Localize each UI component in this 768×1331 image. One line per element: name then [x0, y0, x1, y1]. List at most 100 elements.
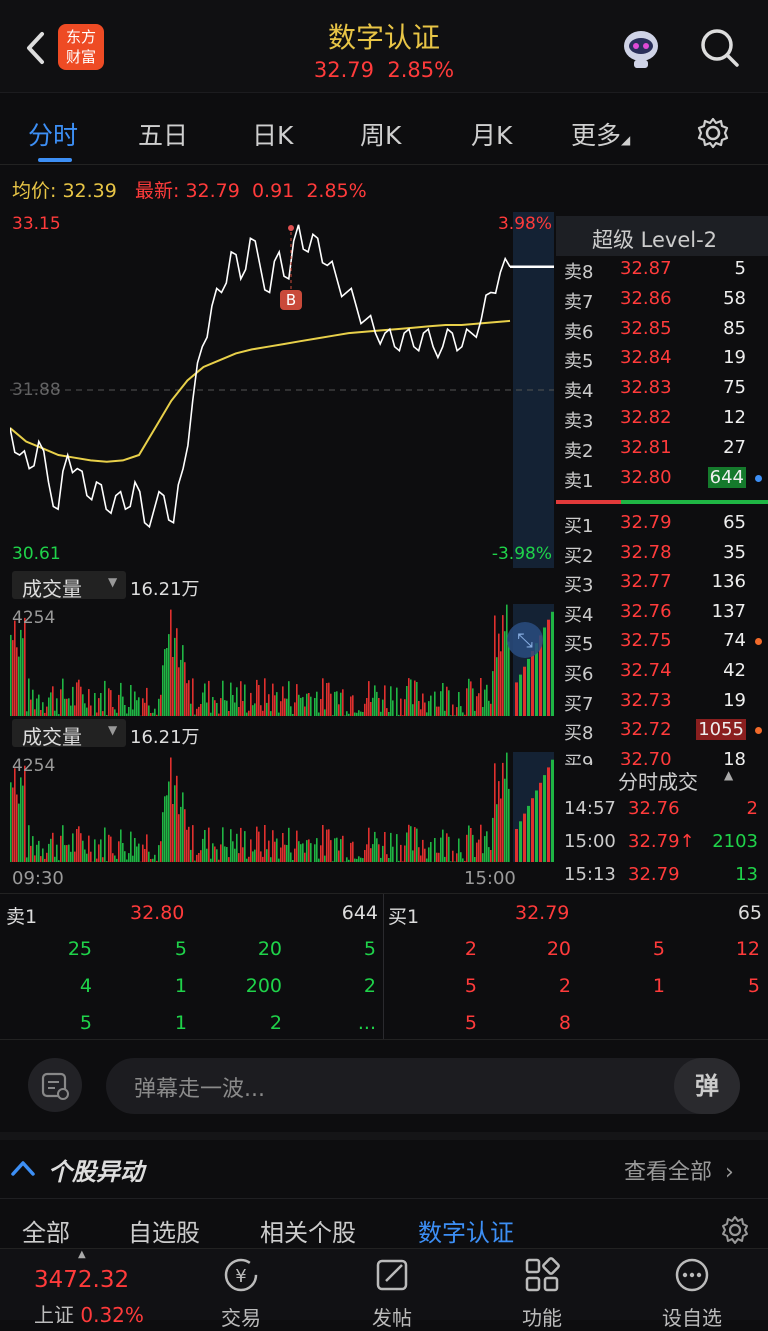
ask-row[interactable]: 卖832.875 — [556, 256, 768, 285]
tab-intraday[interactable]: 分时 — [28, 116, 78, 152]
bid-row[interactable]: 买732.7319 — [556, 688, 768, 717]
volume-bar — [386, 854, 388, 862]
ask-row[interactable]: 卖532.8419 — [556, 345, 768, 374]
ask-row[interactable]: 卖432.8375 — [556, 375, 768, 404]
tab-five-day[interactable]: 五日 — [138, 116, 188, 152]
collapse-chevron-up-icon[interactable] — [10, 1158, 36, 1178]
volume-bar — [76, 829, 78, 862]
danmu-settings-button[interactable] — [28, 1058, 82, 1112]
search-icon[interactable] — [698, 26, 742, 70]
volume-bar — [90, 706, 92, 717]
volume-bar — [346, 857, 348, 862]
volume-bar — [438, 707, 440, 716]
volume-header-1[interactable]: 成交量 ▼ — [12, 571, 126, 599]
more-dots-icon — [672, 1255, 712, 1295]
volume-bar — [96, 859, 98, 862]
queue-buy-cell: 5 — [417, 1012, 477, 1034]
volume-bar — [26, 857, 28, 862]
volume-bar — [158, 845, 160, 862]
volume-bar — [238, 853, 240, 862]
bid-row[interactable]: 买332.77136 — [556, 569, 768, 598]
volume-bar — [56, 845, 58, 862]
ask-row[interactable]: 卖732.8658 — [556, 286, 768, 315]
chart-settings-gear-icon[interactable] — [696, 116, 730, 150]
bid-row[interactable]: 买832.721055 — [556, 717, 768, 746]
ask-row[interactable]: 卖632.8585 — [556, 316, 768, 345]
view-all-link[interactable]: 查看全部 › — [624, 1154, 734, 1186]
volume-bar — [454, 715, 456, 716]
volume-bar — [40, 710, 42, 716]
tab-weekly-k[interactable]: 周K — [360, 116, 401, 152]
tab-daily-k[interactable]: 日K — [252, 116, 293, 152]
index-ticker[interactable]: ▲ 3472.32 上证 0.32% — [0, 1249, 170, 1320]
volume-bar — [442, 830, 444, 862]
bid-row[interactable]: 买232.7835 — [556, 540, 768, 569]
filter-this-stock[interactable]: 数字认证 — [418, 1213, 514, 1248]
queue-divider — [383, 894, 384, 1039]
filter-all[interactable]: 全部 — [22, 1213, 70, 1248]
volume-bar — [406, 833, 408, 863]
volume-header-2[interactable]: 成交量 ▼ — [12, 719, 126, 747]
ask-row[interactable]: 卖232.8127 — [556, 435, 768, 464]
intraday-chart[interactable]: 33.15 3.98% 30.61 -3.98% 31.88 B — [10, 212, 554, 568]
volume-bar — [72, 833, 74, 862]
trades-collapse-icon[interactable]: ▲ — [724, 768, 733, 782]
volume-bar — [122, 843, 124, 862]
filter-settings-gear-icon[interactable] — [720, 1215, 750, 1245]
filter-watchlist[interactable]: 自选股 — [128, 1213, 200, 1248]
ask-price: 32.85 — [620, 318, 672, 339]
bid-row[interactable]: 买132.7965 — [556, 510, 768, 539]
ask-row[interactable]: 卖332.8212 — [556, 405, 768, 434]
volume-bar — [170, 610, 172, 716]
volume-bar — [422, 840, 424, 862]
volume-bar — [308, 693, 310, 716]
volume-bar — [146, 688, 148, 716]
volume-bar — [310, 843, 312, 862]
bid-row[interactable]: 买532.7574 — [556, 628, 768, 657]
volume-bar — [180, 660, 182, 716]
queue-sell-price: 32.80 — [130, 902, 184, 924]
ask-price: 32.80 — [620, 467, 672, 488]
ask-row[interactable]: 卖132.80644 — [556, 465, 768, 494]
filter-related[interactable]: 相关个股 — [260, 1213, 356, 1248]
volume-bar — [290, 853, 292, 863]
volume-bar — [388, 858, 390, 862]
tab-monthly-k[interactable]: 月K — [471, 116, 512, 152]
bid-row[interactable]: 买432.76137 — [556, 599, 768, 628]
robot-assistant-icon[interactable] — [618, 24, 664, 70]
level2-header[interactable]: 超级 Level-2 — [556, 216, 768, 256]
volume-bar — [176, 628, 178, 716]
volume-bar — [224, 700, 226, 716]
latest-value: 32.79 — [185, 180, 239, 202]
volume-bar — [480, 825, 482, 862]
volume-bar — [242, 701, 244, 716]
volume-bar — [551, 760, 554, 862]
volume-bar — [248, 711, 250, 716]
volume-bar — [54, 857, 56, 862]
volume-bar — [543, 775, 546, 862]
volume-bar — [188, 827, 190, 862]
bid-row[interactable]: 买932.7018 — [556, 747, 768, 765]
volume-bar — [486, 685, 488, 716]
tab-more[interactable]: 更多◢ — [571, 116, 630, 152]
volume-bar — [292, 714, 294, 716]
ask-volume: 58 — [723, 288, 746, 309]
bid-volume: 35 — [723, 542, 746, 563]
tick-trades[interactable]: 分时成交 ▲ 14:5732.76215:0032.79↑210315:1332… — [556, 764, 768, 890]
volume-bar — [50, 692, 52, 716]
volume-bar — [468, 679, 470, 716]
volume-bar — [64, 845, 66, 862]
buy-signal-marker[interactable]: B — [280, 290, 302, 310]
volume-bar — [202, 839, 204, 862]
volume-bar — [416, 682, 418, 716]
order-dot-icon — [755, 727, 762, 734]
volume-bar — [334, 838, 336, 862]
volume-bar — [316, 838, 318, 862]
queue-sell-cell: 1 — [127, 1012, 187, 1034]
volume-bar — [276, 692, 278, 716]
danmu-input[interactable]: 弹幕走一波... 弹 — [106, 1058, 740, 1114]
volume-bar — [152, 859, 154, 862]
danmu-toggle-button[interactable]: 弹 — [674, 1058, 740, 1114]
expand-chart-icon[interactable]: ⤡ — [507, 622, 543, 658]
bid-row[interactable]: 买632.7442 — [556, 658, 768, 687]
